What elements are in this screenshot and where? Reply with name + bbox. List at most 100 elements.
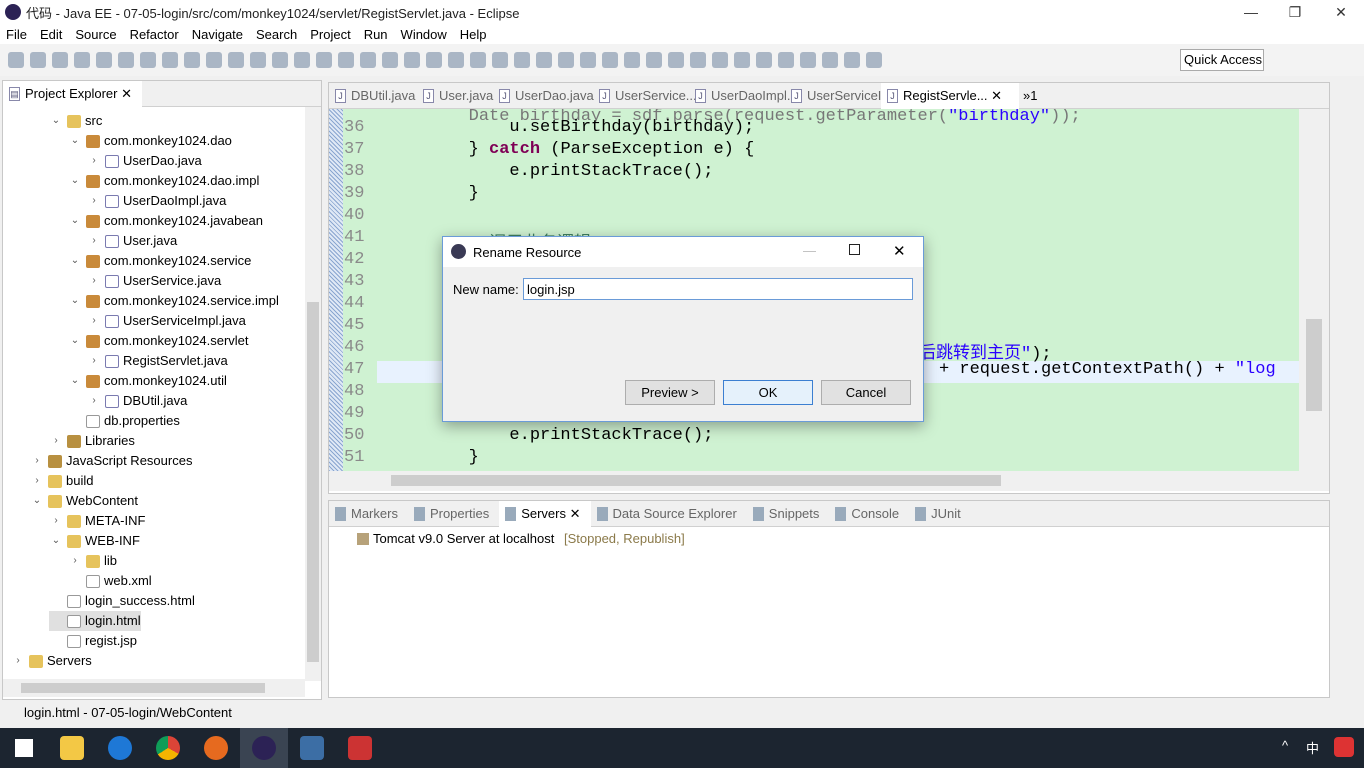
toolbar-button-icon[interactable] xyxy=(118,52,134,68)
tree-item[interactable]: ⌄ com.monkey1024.servlet xyxy=(68,331,249,351)
menu-run[interactable]: Run xyxy=(364,27,388,42)
editor-tab[interactable]: J UserDaoImpl.... xyxy=(689,83,801,109)
toolbar-button-icon[interactable] xyxy=(602,52,618,68)
tree-item[interactable]: › JavaScript Resources xyxy=(30,451,192,471)
editor-horizontal-scrollbar[interactable] xyxy=(329,471,1329,491)
start-button[interactable] xyxy=(0,728,48,768)
tree-item[interactable]: ⌄ com.monkey1024.service.impl xyxy=(68,291,279,311)
toolbar-button-icon[interactable] xyxy=(404,52,420,68)
tray-chevron-icon[interactable]: ^ xyxy=(1282,738,1288,753)
toolbar-button-icon[interactable] xyxy=(580,52,596,68)
chevron-right-icon[interactable]: › xyxy=(30,471,44,491)
menu-project[interactable]: Project xyxy=(310,27,350,42)
firefox-icon[interactable] xyxy=(192,728,240,768)
toolbar-button-icon[interactable] xyxy=(338,52,354,68)
chevron-right-icon[interactable]: › xyxy=(87,191,101,211)
toolbar-button-icon[interactable] xyxy=(162,52,178,68)
tab-close-icon[interactable]: ✕ xyxy=(566,506,581,521)
tree-item[interactable]: › Libraries xyxy=(49,431,135,451)
toolbar-button-icon[interactable] xyxy=(822,52,838,68)
toolbar-button-icon[interactable] xyxy=(800,52,816,68)
chevron-right-icon[interactable]: › xyxy=(87,271,101,291)
tree-item[interactable]: regist.jsp xyxy=(49,631,137,651)
bottom-tab-snippets[interactable]: Snippets xyxy=(747,501,830,527)
bottom-tab-console[interactable]: Console xyxy=(829,501,909,527)
tab-overflow-button[interactable]: »1 xyxy=(1023,88,1037,103)
dialog-close-button[interactable]: ✕ xyxy=(893,242,906,260)
tree-item[interactable]: web.xml xyxy=(68,571,152,591)
server-row[interactable]: Tomcat v9.0 Server at localhost [Stopped… xyxy=(329,527,1329,546)
toolbar-button-icon[interactable] xyxy=(206,52,222,68)
menu-navigate[interactable]: Navigate xyxy=(192,27,243,42)
toolbar-button-icon[interactable] xyxy=(536,52,552,68)
tree-item[interactable]: › User.java xyxy=(87,231,177,251)
tree-item[interactable]: ⌄ com.monkey1024.dao.impl xyxy=(68,171,260,191)
toolbar-button-icon[interactable] xyxy=(866,52,882,68)
tree-horizontal-scrollbar[interactable] xyxy=(3,679,305,697)
bottom-tab-markers[interactable]: Markers xyxy=(329,501,408,527)
tree-item[interactable]: login.html xyxy=(49,611,141,631)
toolbar-button-icon[interactable] xyxy=(756,52,772,68)
menu-refactor[interactable]: Refactor xyxy=(130,27,179,42)
chevron-down-icon[interactable]: ⌄ xyxy=(49,111,63,131)
toolbar-button-icon[interactable] xyxy=(184,52,200,68)
editor-tab[interactable]: J UserServiceI... xyxy=(785,83,892,109)
bottom-tab-junit[interactable]: JUnit xyxy=(909,501,971,527)
bottom-tab-properties[interactable]: Properties xyxy=(408,501,499,527)
toolbar-button-icon[interactable] xyxy=(74,52,90,68)
toolbar-button-icon[interactable] xyxy=(558,52,574,68)
toolbar-button-icon[interactable] xyxy=(492,52,508,68)
chevron-right-icon[interactable]: › xyxy=(87,151,101,171)
menu-edit[interactable]: Edit xyxy=(40,27,62,42)
mysql-workbench-icon[interactable] xyxy=(288,728,336,768)
chevron-down-icon[interactable]: ⌄ xyxy=(68,371,82,391)
minimize-button[interactable]: — xyxy=(1228,0,1274,24)
file-explorer-icon[interactable] xyxy=(48,728,96,768)
chevron-right-icon[interactable]: › xyxy=(30,451,44,471)
tab-close-icon[interactable]: ✕ xyxy=(988,88,1002,103)
chevron-down-icon[interactable]: ⌄ xyxy=(68,291,82,311)
cancel-button[interactable]: Cancel xyxy=(821,380,911,405)
tab-project-explorer[interactable]: ▤ Project Explorer ✕ xyxy=(3,80,142,107)
chevron-down-icon[interactable]: ⌄ xyxy=(30,491,44,511)
editor-tab[interactable]: J UserDao.java xyxy=(493,83,594,109)
new-name-input[interactable] xyxy=(523,278,913,300)
toolbar-button-icon[interactable] xyxy=(426,52,442,68)
chevron-right-icon[interactable]: › xyxy=(49,511,63,531)
tree-item[interactable]: › RegistServlet.java xyxy=(87,351,227,371)
toolbar-button-icon[interactable] xyxy=(514,52,530,68)
tree-item[interactable]: › META-INF xyxy=(49,511,145,531)
menu-search[interactable]: Search xyxy=(256,27,297,42)
restore-button[interactable]: ❐ xyxy=(1272,0,1318,24)
menu-window[interactable]: Window xyxy=(401,27,447,42)
toolbar-button-icon[interactable] xyxy=(140,52,156,68)
toolbar-button-icon[interactable] xyxy=(624,52,640,68)
editor-tab[interactable]: J DBUtil.java xyxy=(329,83,417,109)
tree-item[interactable]: db.properties xyxy=(68,411,180,431)
editor-tab[interactable]: J UserService.... xyxy=(593,83,700,109)
toolbar-button-icon[interactable] xyxy=(30,52,46,68)
tree-item[interactable]: ⌄ WEB-INF xyxy=(49,531,140,551)
chevron-down-icon[interactable]: ⌄ xyxy=(68,131,82,151)
dialog-minimize-button[interactable]: — xyxy=(803,243,816,258)
tree-item[interactable]: ⌄ com.monkey1024.service xyxy=(68,251,252,271)
toolbar-button-icon[interactable] xyxy=(96,52,112,68)
tree-item[interactable]: ⌄ com.monkey1024.javabean xyxy=(68,211,263,231)
tree-item[interactable]: › UserDaoImpl.java xyxy=(87,191,226,211)
tree-item[interactable]: › Servers xyxy=(11,651,91,671)
chevron-right-icon[interactable]: › xyxy=(11,651,25,671)
editor-tab[interactable]: J RegistServle... ✕ xyxy=(881,82,1019,109)
edge-icon[interactable] xyxy=(96,728,144,768)
toolbar-button-icon[interactable] xyxy=(272,52,288,68)
sogou-icon[interactable] xyxy=(1334,737,1354,757)
eclipse-taskbar-icon[interactable] xyxy=(240,728,288,768)
toolbar-button-icon[interactable] xyxy=(844,52,860,68)
toolbar-button-icon[interactable] xyxy=(712,52,728,68)
dialog-maximize-button[interactable] xyxy=(849,244,860,255)
toolbar-button-icon[interactable] xyxy=(228,52,244,68)
chevron-down-icon[interactable]: ⌄ xyxy=(68,211,82,231)
tree-item[interactable]: › UserServiceImpl.java xyxy=(87,311,246,331)
bottom-tab-servers[interactable]: Servers ✕ xyxy=(499,500,591,527)
toolbar-button-icon[interactable] xyxy=(778,52,794,68)
tree-item[interactable]: ⌄ com.monkey1024.dao xyxy=(68,131,232,151)
